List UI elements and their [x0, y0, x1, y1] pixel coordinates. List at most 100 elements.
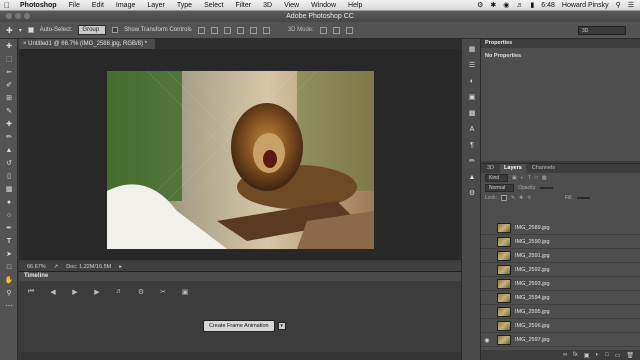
canvas-image[interactable]	[107, 71, 374, 249]
share-icon[interactable]: ↗	[54, 264, 59, 270]
tab-3d[interactable]: 3D	[483, 164, 498, 173]
more-tools-icon[interactable]: ⋯	[2, 301, 16, 312]
next-frame-icon[interactable]: ▶	[93, 288, 101, 296]
new-group-icon[interactable]: □	[605, 352, 609, 358]
menu-window[interactable]: Window	[305, 2, 342, 9]
path-select-tool-icon[interactable]: ➤	[2, 249, 16, 260]
layer-row[interactable]: IMG_2590.jpg	[481, 236, 640, 249]
lock-all-icon[interactable]: ⚲	[527, 195, 531, 201]
document-tab[interactable]: × Untitled1 @ 66.7% (IMG_2588.jpg, RGB/8…	[19, 39, 155, 49]
user-name[interactable]: Howard Pinsky	[562, 2, 609, 9]
close-window-button[interactable]	[6, 13, 12, 19]
menu-filter[interactable]: Filter	[230, 2, 258, 9]
zoom-tool-icon[interactable]: ⚲	[2, 288, 16, 299]
bluetooth-icon[interactable]: ✱	[490, 1, 496, 9]
menu-select[interactable]: Select	[198, 2, 229, 9]
layer-row[interactable]: IMG_2596.jpg	[481, 320, 640, 333]
styles-panel-icon[interactable]: ▣	[465, 93, 479, 103]
tab-channels[interactable]: Channels	[528, 164, 559, 173]
workspace-switcher[interactable]: 3D	[578, 26, 626, 35]
lasso-tool-icon[interactable]: ➳	[2, 67, 16, 78]
auto-select-dropdown[interactable]: Group	[78, 25, 107, 35]
hand-tool-icon[interactable]: ✋	[2, 275, 16, 286]
menu-help[interactable]: Help	[342, 2, 368, 9]
link-layers-icon[interactable]: ∞	[563, 352, 567, 358]
history-brush-tool-icon[interactable]: ↺	[2, 158, 16, 169]
filter-pixel-icon[interactable]: ▣	[512, 175, 517, 181]
status-menu-caret-icon[interactable]: ▸	[119, 264, 122, 270]
adjustment-layer-icon[interactable]: ◐	[595, 352, 599, 358]
fill-field[interactable]	[576, 197, 590, 199]
brush-panel-icon[interactable]: ✏	[465, 157, 479, 167]
character-panel-icon[interactable]: A	[465, 125, 479, 135]
clock[interactable]: 6:48	[541, 2, 555, 9]
menu-type[interactable]: Type	[171, 2, 198, 9]
settings-icon[interactable]: ⚙	[137, 288, 145, 296]
filter-type-icon[interactable]: T	[528, 175, 531, 181]
3d-rotate-icon[interactable]	[319, 26, 327, 34]
align-center-icon[interactable]	[249, 26, 257, 34]
battery-icon[interactable]: ▮	[530, 1, 534, 9]
healing-brush-tool-icon[interactable]: ✚	[2, 119, 16, 130]
3d-pan-icon[interactable]	[345, 26, 353, 34]
filter-smart-icon[interactable]: ▩	[542, 175, 547, 181]
filter-shape-icon[interactable]: □	[535, 175, 538, 181]
eraser-tool-icon[interactable]: ▯	[2, 171, 16, 182]
layer-row[interactable]: IMG_2589.jpg	[481, 222, 640, 235]
menu-image[interactable]: Image	[110, 2, 141, 9]
paragraph-panel-icon[interactable]: ¶	[465, 141, 479, 151]
wifi-icon[interactable]: ◉	[503, 1, 509, 9]
menu-3d[interactable]: 3D	[257, 2, 278, 9]
layer-row[interactable]: IMG_2593.jpg	[481, 278, 640, 291]
tool-presets-panel-icon[interactable]: ⚙	[465, 189, 479, 199]
swatches-panel-icon[interactable]: ▩	[465, 109, 479, 119]
clone-source-panel-icon[interactable]: ▲	[465, 173, 479, 183]
play-icon[interactable]: ▶	[71, 288, 79, 296]
add-mask-icon[interactable]: ▣	[584, 352, 590, 359]
create-frame-animation-button[interactable]: Create Frame Animation	[203, 320, 275, 332]
opacity-field[interactable]	[540, 187, 554, 189]
first-frame-icon[interactable]: ⏮	[27, 288, 35, 296]
align-bottom-icon[interactable]	[223, 26, 231, 34]
tab-layers[interactable]: Layers	[500, 164, 526, 173]
marquee-tool-icon[interactable]: ⬚	[2, 54, 16, 65]
quick-select-tool-icon[interactable]: ✐	[2, 80, 16, 91]
notification-icon[interactable]: ☰	[628, 1, 634, 9]
lock-transparency-icon[interactable]	[500, 195, 507, 201]
spotlight-icon[interactable]: ⚲	[616, 1, 621, 9]
align-right-icon[interactable]	[262, 26, 270, 34]
dodge-tool-icon[interactable]: ○	[2, 210, 16, 221]
trash-icon[interactable]: 🗑	[626, 352, 634, 359]
transition-icon[interactable]: ▣	[181, 288, 189, 296]
align-left-icon[interactable]	[236, 26, 244, 34]
new-layer-icon[interactable]: ▭	[615, 352, 621, 359]
layer-row[interactable]: IMG_2595.jpg	[481, 306, 640, 319]
timeline-mode-dropdown-icon[interactable]: ▾	[277, 322, 286, 330]
blend-mode-dropdown[interactable]: Normal	[485, 184, 515, 192]
history-panel-icon[interactable]: ▦	[465, 45, 479, 55]
brush-tool-icon[interactable]: ✏	[2, 132, 16, 143]
minimize-window-button[interactable]	[15, 13, 21, 19]
layer-row[interactable]: IMG_2591.jpg	[481, 250, 640, 263]
adjustments-panel-icon[interactable]: ◐	[465, 77, 479, 87]
3d-roll-icon[interactable]	[332, 26, 340, 34]
lock-pixels-icon[interactable]: ✎	[511, 195, 515, 201]
show-transform-checkbox[interactable]	[112, 27, 119, 33]
audio-icon[interactable]: ♬	[115, 288, 123, 296]
auto-select-checkbox[interactable]	[27, 27, 34, 33]
blur-tool-icon[interactable]: ●	[2, 197, 16, 208]
menu-app-photoshop[interactable]: Photoshop	[14, 2, 63, 9]
apple-icon[interactable]: 	[0, 1, 14, 10]
fx-icon[interactable]: fx	[573, 352, 578, 358]
menu-layer[interactable]: Layer	[141, 2, 171, 9]
shape-tool-icon[interactable]: □	[2, 262, 16, 273]
filter-adjustment-icon[interactable]: ◐	[521, 175, 524, 181]
layer-row[interactable]: ◉ IMG_2597.jpg	[481, 334, 640, 347]
eyedropper-tool-icon[interactable]: ✎	[2, 106, 16, 117]
menu-edit[interactable]: Edit	[86, 2, 110, 9]
tool-preset-caret-icon[interactable]: ▾	[19, 27, 22, 34]
type-tool-icon[interactable]: T	[2, 236, 16, 247]
layer-row[interactable]: IMG_2592.jpg	[481, 264, 640, 277]
zoom-window-button[interactable]	[24, 13, 30, 19]
menu-view[interactable]: View	[278, 2, 305, 9]
